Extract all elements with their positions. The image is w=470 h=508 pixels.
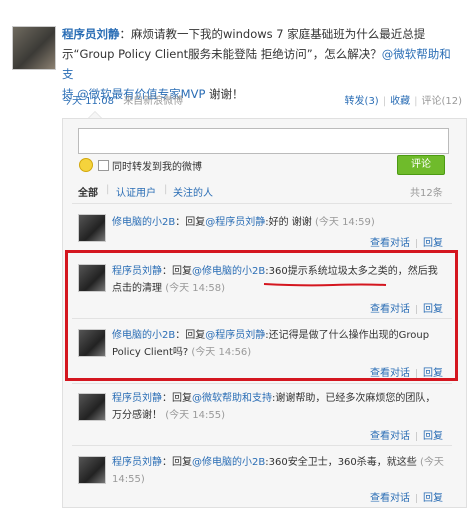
view-conversation-link[interactable]: 查看对话 [370,493,410,504]
red-highlight-box [65,250,458,381]
filter-all[interactable]: 全部 [78,184,98,199]
comment-body: 程序员刘静：回复@修电脑的小2B:360安全卫士，360杀毒，就这些 (今天 1… [112,457,444,485]
post-text-line1: ：麻烦请教一下我的windows 7 家庭基础班为什么最近总提 [119,27,426,41]
comment-count: 共12条 [410,188,443,199]
comment-mention[interactable]: @修电脑的小2B [192,457,265,468]
divider [72,203,452,204]
comment-time: (今天 [419,457,444,468]
view-conversation-link[interactable]: 查看对话 [370,431,410,442]
divider [72,445,452,446]
comment-user-link[interactable]: 程序员刘静 [112,457,162,468]
comment-input[interactable] [78,128,449,154]
post-source: 来自新浪微博 [123,96,184,107]
filter-verified[interactable]: 认证用户 [116,184,156,199]
repost-link[interactable]: 转发(3) [345,96,379,107]
divider [72,383,452,384]
comment-avatar[interactable] [78,214,106,242]
comment-body: 修电脑的小2B：回复@程序员刘静:好的 谢谢 (今天 14:59) [112,217,375,228]
reply-link[interactable]: 回复 [423,493,443,504]
comment-user-link[interactable]: 修电脑的小2B [112,217,175,228]
repost-checkbox-label[interactable]: 同时转发到我的微博 [112,158,202,173]
author-avatar[interactable] [12,26,56,70]
post-meta: 今天 11:08 来自新浪微博 转发(3) | 收藏 | 评论(12) [62,96,462,107]
comment-mention[interactable]: @程序员刘静 [205,217,265,228]
favorite-link[interactable]: 收藏 [390,96,410,107]
emoticon-icon[interactable] [79,158,93,172]
comment-user-link[interactable]: 程序员刘静 [112,393,162,404]
red-underline-annotation [263,283,387,287]
panel-caret-inner [89,112,101,118]
comment-link[interactable]: 评论(12) [421,96,462,107]
comment-actions: 查看对话 回复 [370,489,443,504]
submit-comment-button[interactable]: 评论 [397,155,445,175]
comment-actions: 查看对话 回复 [370,427,443,442]
comment-mention[interactable]: @微软帮助和支持 [192,393,272,404]
comment-time: (今天 14:55) [165,410,225,421]
comment-time: (今天 14:59) [314,217,375,228]
reply-link[interactable]: 回复 [423,431,443,442]
repost-checkbox[interactable] [98,160,109,171]
view-conversation-link[interactable]: 查看对话 [370,238,410,249]
comment-actions: 查看对话 回复 [370,234,443,249]
post-author-link[interactable]: 程序员刘静 [62,27,120,41]
reply-link[interactable]: 回复 [423,238,443,249]
comment-body: 程序员刘静：回复@微软帮助和支持:谢谢帮助，已经多次麻烦您的团队， 万分感谢！ … [112,393,436,421]
post-time-link[interactable]: 今天 11:08 [62,96,114,107]
filter-following[interactable]: 关注的人 [173,184,213,199]
comment-avatar[interactable] [78,393,106,421]
post-text-line2: 示“Group Policy Client服务未能登陆 拒绝访问”，怎么解决？ [62,47,382,61]
comment-avatar[interactable] [78,456,106,484]
